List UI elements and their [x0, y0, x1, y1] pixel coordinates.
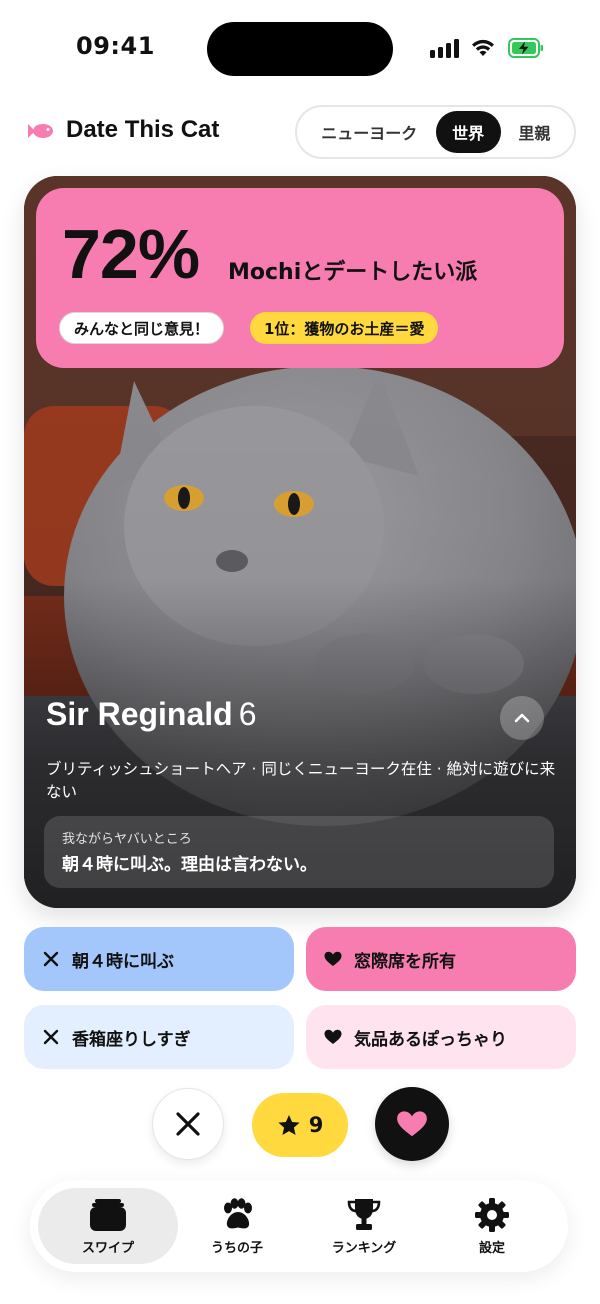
app-header: Date This Cat ニューヨーク 世界 里親: [0, 104, 600, 160]
cellular-signal-icon: [430, 38, 460, 58]
trait-label: 朝４時に叫ぶ: [72, 951, 174, 972]
trait-chip[interactable]: 朝４時に叫ぶ: [24, 927, 294, 991]
quirk-label: 我ながらヤバいところ: [62, 832, 192, 847]
region-segmented-control: ニューヨーク 世界 里親: [295, 105, 576, 159]
trait-label: 香箱座りしすぎ: [72, 1029, 191, 1050]
poll-percent: 72%: [62, 215, 200, 293]
agree-badge: みんなと同じ意見！: [59, 312, 225, 344]
quirk-box: 我ながらヤバいところ 朝４時に叫ぶ。理由は言わない。: [44, 816, 554, 888]
tab-ranking[interactable]: ランキング: [294, 1188, 434, 1264]
cat-name-row: Sir Reginald 6: [46, 696, 257, 733]
x-icon: [42, 1028, 60, 1046]
cat-name: Sir Reginald: [46, 696, 233, 732]
cat-age: 6: [238, 696, 257, 732]
like-button[interactable]: [375, 1087, 449, 1161]
poll-text: Mochiとデートしたい派: [228, 260, 478, 285]
expand-profile-button[interactable]: [500, 696, 544, 740]
status-bar: 09:41: [0, 0, 600, 96]
status-time: 09:41: [76, 32, 155, 60]
tab-swipe[interactable]: スワイプ: [38, 1188, 178, 1264]
app-title: Date This Cat: [66, 116, 220, 143]
trait-label: 気品あるぽっちゃり: [354, 1029, 507, 1050]
rank-badge: 1位：獲物のお土産＝愛: [250, 312, 439, 344]
chevron-up-icon: [514, 713, 530, 723]
tab-my-cats[interactable]: うちの子: [167, 1188, 307, 1264]
tab-label: スワイプ: [81, 1240, 134, 1256]
trait-label: 窓際席を所有: [354, 951, 456, 972]
trait-chip[interactable]: 窓際席を所有: [306, 927, 576, 991]
segment-foster[interactable]: 里親: [501, 111, 568, 153]
trait-chip[interactable]: 気品あるぽっちゃり: [306, 1005, 576, 1069]
cards-icon: [89, 1197, 127, 1233]
trophy-icon: [346, 1197, 382, 1233]
tab-settings[interactable]: 設定: [422, 1188, 562, 1264]
quirk-text: 朝４時に叫ぶ。理由は言わない。: [62, 855, 317, 875]
trait-chip[interactable]: 香箱座りしすぎ: [24, 1005, 294, 1069]
heart-icon: [324, 1028, 342, 1046]
segment-world[interactable]: 世界: [435, 111, 501, 153]
poll-result-banner: 72% Mochiとデートしたい派 みんなと同じ意見！ 1位：獲物のお土産＝愛: [36, 188, 564, 368]
tab-label: うちの子: [210, 1240, 263, 1256]
cat-description: ブリティッシュショートヘア · 同じくニューヨーク在住 · 絶対に遊びに来ない: [46, 760, 556, 801]
dynamic-island: [207, 22, 393, 76]
battery-charging-icon: [508, 38, 543, 58]
wifi-icon: [472, 39, 494, 56]
super-like-count: 9: [308, 1113, 324, 1137]
fish-logo-icon: [28, 124, 53, 138]
cat-profile-card[interactable]: 72% Mochiとデートしたい派 みんなと同じ意見！ 1位：獲物のお土産＝愛 …: [24, 176, 576, 908]
pass-button[interactable]: [152, 1088, 224, 1160]
x-icon: [176, 1112, 200, 1136]
star-icon: [277, 1114, 301, 1137]
gear-icon: [474, 1197, 510, 1233]
x-icon: [42, 950, 60, 968]
paw-icon: [219, 1197, 255, 1233]
tab-bar: スワイプ うちの子 ランキング 設定: [30, 1180, 568, 1272]
heart-icon: [324, 950, 342, 968]
tab-label: 設定: [478, 1240, 505, 1256]
heart-icon: [397, 1111, 427, 1137]
super-like-button[interactable]: 9: [252, 1093, 348, 1157]
segment-new-york[interactable]: ニューヨーク: [303, 111, 436, 153]
tab-label: ランキング: [331, 1240, 397, 1256]
